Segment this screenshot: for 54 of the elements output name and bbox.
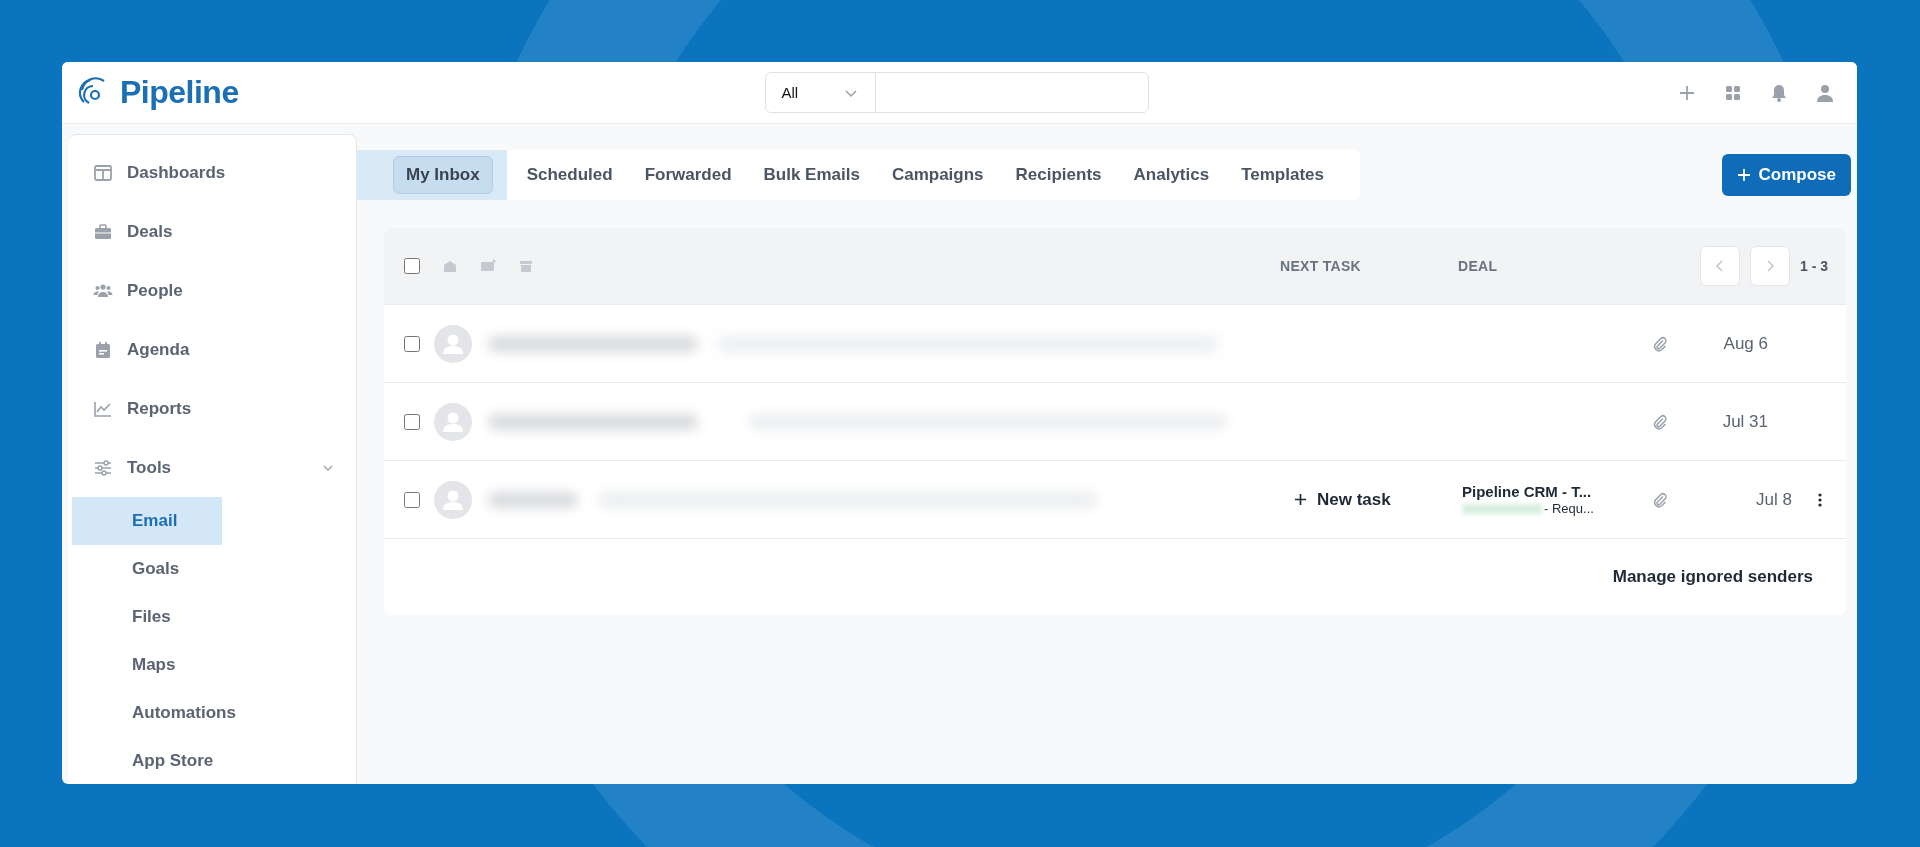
search-field[interactable]: All [764, 72, 1149, 113]
tab[interactable]: My Inbox [393, 156, 493, 194]
logo-text: Pipeline [120, 74, 239, 111]
sidebar-subitem[interactable]: Email [72, 497, 222, 545]
archive-icon[interactable] [518, 258, 534, 274]
plus-icon [1736, 168, 1751, 182]
sliders-icon [93, 457, 113, 478]
paperclip-icon [1652, 491, 1668, 508]
sidebar-item[interactable]: Deals [68, 202, 356, 261]
column-header: NEXT TASK [1280, 258, 1362, 274]
calendar-icon [93, 339, 113, 360]
briefcase-icon [93, 221, 113, 242]
sidebar-subitem[interactable]: Automations [72, 689, 248, 737]
sidebar-subitem[interactable]: Maps [72, 641, 222, 689]
sidebar-subitem[interactable]: Goals [72, 545, 222, 593]
sidebar-item[interactable]: Reports [68, 379, 356, 438]
email-date: Jul 8 [1755, 489, 1792, 510]
sidebar-subitem[interactable]: App Store [72, 737, 226, 784]
tab[interactable]: Forwarded [632, 156, 744, 194]
bell-icon[interactable] [1769, 82, 1789, 103]
new-task-button[interactable]: New task [1294, 489, 1391, 510]
select-all-checkbox[interactable] [404, 258, 420, 274]
email-date: Jul 31 [1721, 411, 1768, 432]
paperclip-icon [1652, 335, 1668, 352]
paperclip-icon [1652, 413, 1668, 430]
sidebar-item[interactable]: Agenda [68, 320, 356, 379]
manage-ignored-senders-link[interactable]: Manage ignored senders [1612, 567, 1813, 587]
plus-icon [1294, 493, 1307, 506]
sidebar-subitem[interactable]: Files [72, 593, 222, 641]
tab[interactable]: Bulk Emails [751, 156, 872, 194]
sidebar-item[interactable]: Dashboards [68, 143, 356, 202]
deal-subtitle: - Requ... [1544, 501, 1594, 516]
email-date: Aug 6 [1722, 333, 1768, 354]
user-icon[interactable] [1815, 82, 1835, 103]
tab[interactable]: Campaigns [879, 156, 996, 194]
compose-button[interactable]: Compose [1721, 154, 1851, 196]
dashboard-icon [93, 162, 113, 183]
tab[interactable]: Templates [1229, 156, 1336, 194]
tab[interactable]: Scheduled [514, 156, 625, 194]
page-range: 1 - 3 [1800, 258, 1828, 274]
deal-link[interactable]: Pipeline CRM - T... [1462, 483, 1652, 501]
avatar-icon [434, 480, 472, 519]
sidebar-item[interactable]: Tools [68, 438, 356, 497]
avatar-icon [434, 402, 472, 441]
column-header: DEAL [1458, 258, 1499, 274]
sidebar-item[interactable]: People [68, 261, 356, 320]
tab[interactable]: Recipients [1003, 156, 1114, 194]
row-checkbox[interactable] [404, 413, 420, 430]
envelope-open-icon[interactable] [442, 258, 458, 274]
row-checkbox[interactable] [404, 335, 420, 352]
tab[interactable]: Analytics [1121, 156, 1222, 194]
avatar-icon [434, 324, 472, 363]
envelope-icon[interactable] [480, 258, 496, 274]
row-checkbox[interactable] [404, 491, 420, 508]
